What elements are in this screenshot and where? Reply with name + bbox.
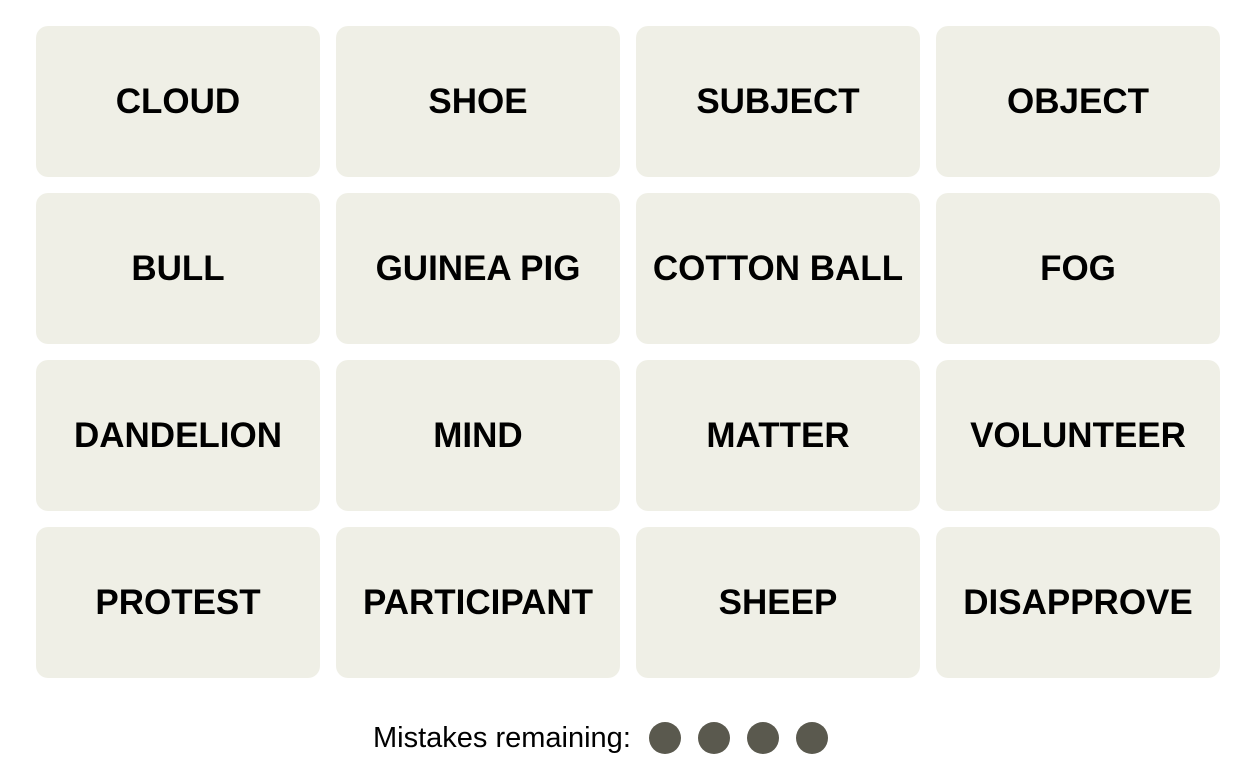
word-tile[interactable]: PARTICIPANT <box>336 527 620 678</box>
word-tile[interactable]: VOLUNTEER <box>936 360 1220 511</box>
word-tile[interactable]: DISAPPROVE <box>936 527 1220 678</box>
word-tile[interactable]: MATTER <box>636 360 920 511</box>
mistake-dot-icon <box>697 722 730 754</box>
mistake-dot-icon <box>746 722 779 754</box>
mistakes-label: Mistakes remaining: <box>373 721 631 754</box>
word-tile[interactable]: MIND <box>336 360 620 511</box>
mistake-dot-icon <box>795 722 828 754</box>
word-tile[interactable]: FOG <box>936 193 1220 344</box>
word-tile[interactable]: GUINEA PIG <box>336 193 620 344</box>
word-tile[interactable]: BULL <box>36 193 320 344</box>
mistakes-remaining: Mistakes remaining: <box>373 718 845 758</box>
word-tile[interactable]: OBJECT <box>936 26 1220 177</box>
mistake-dots <box>648 722 845 754</box>
word-tile[interactable]: SUBJECT <box>636 26 920 177</box>
word-tile[interactable]: COTTON BALL <box>636 193 920 344</box>
word-tile[interactable]: DANDELION <box>36 360 320 511</box>
mistake-dot-icon <box>648 722 681 754</box>
word-tile[interactable]: CLOUD <box>36 26 320 177</box>
word-tile[interactable]: SHEEP <box>636 527 920 678</box>
word-tile[interactable]: SHOE <box>336 26 620 177</box>
word-grid: CLOUD SHOE SUBJECT OBJECT BULL GUINEA PI… <box>36 26 1220 678</box>
word-tile[interactable]: PROTEST <box>36 527 320 678</box>
